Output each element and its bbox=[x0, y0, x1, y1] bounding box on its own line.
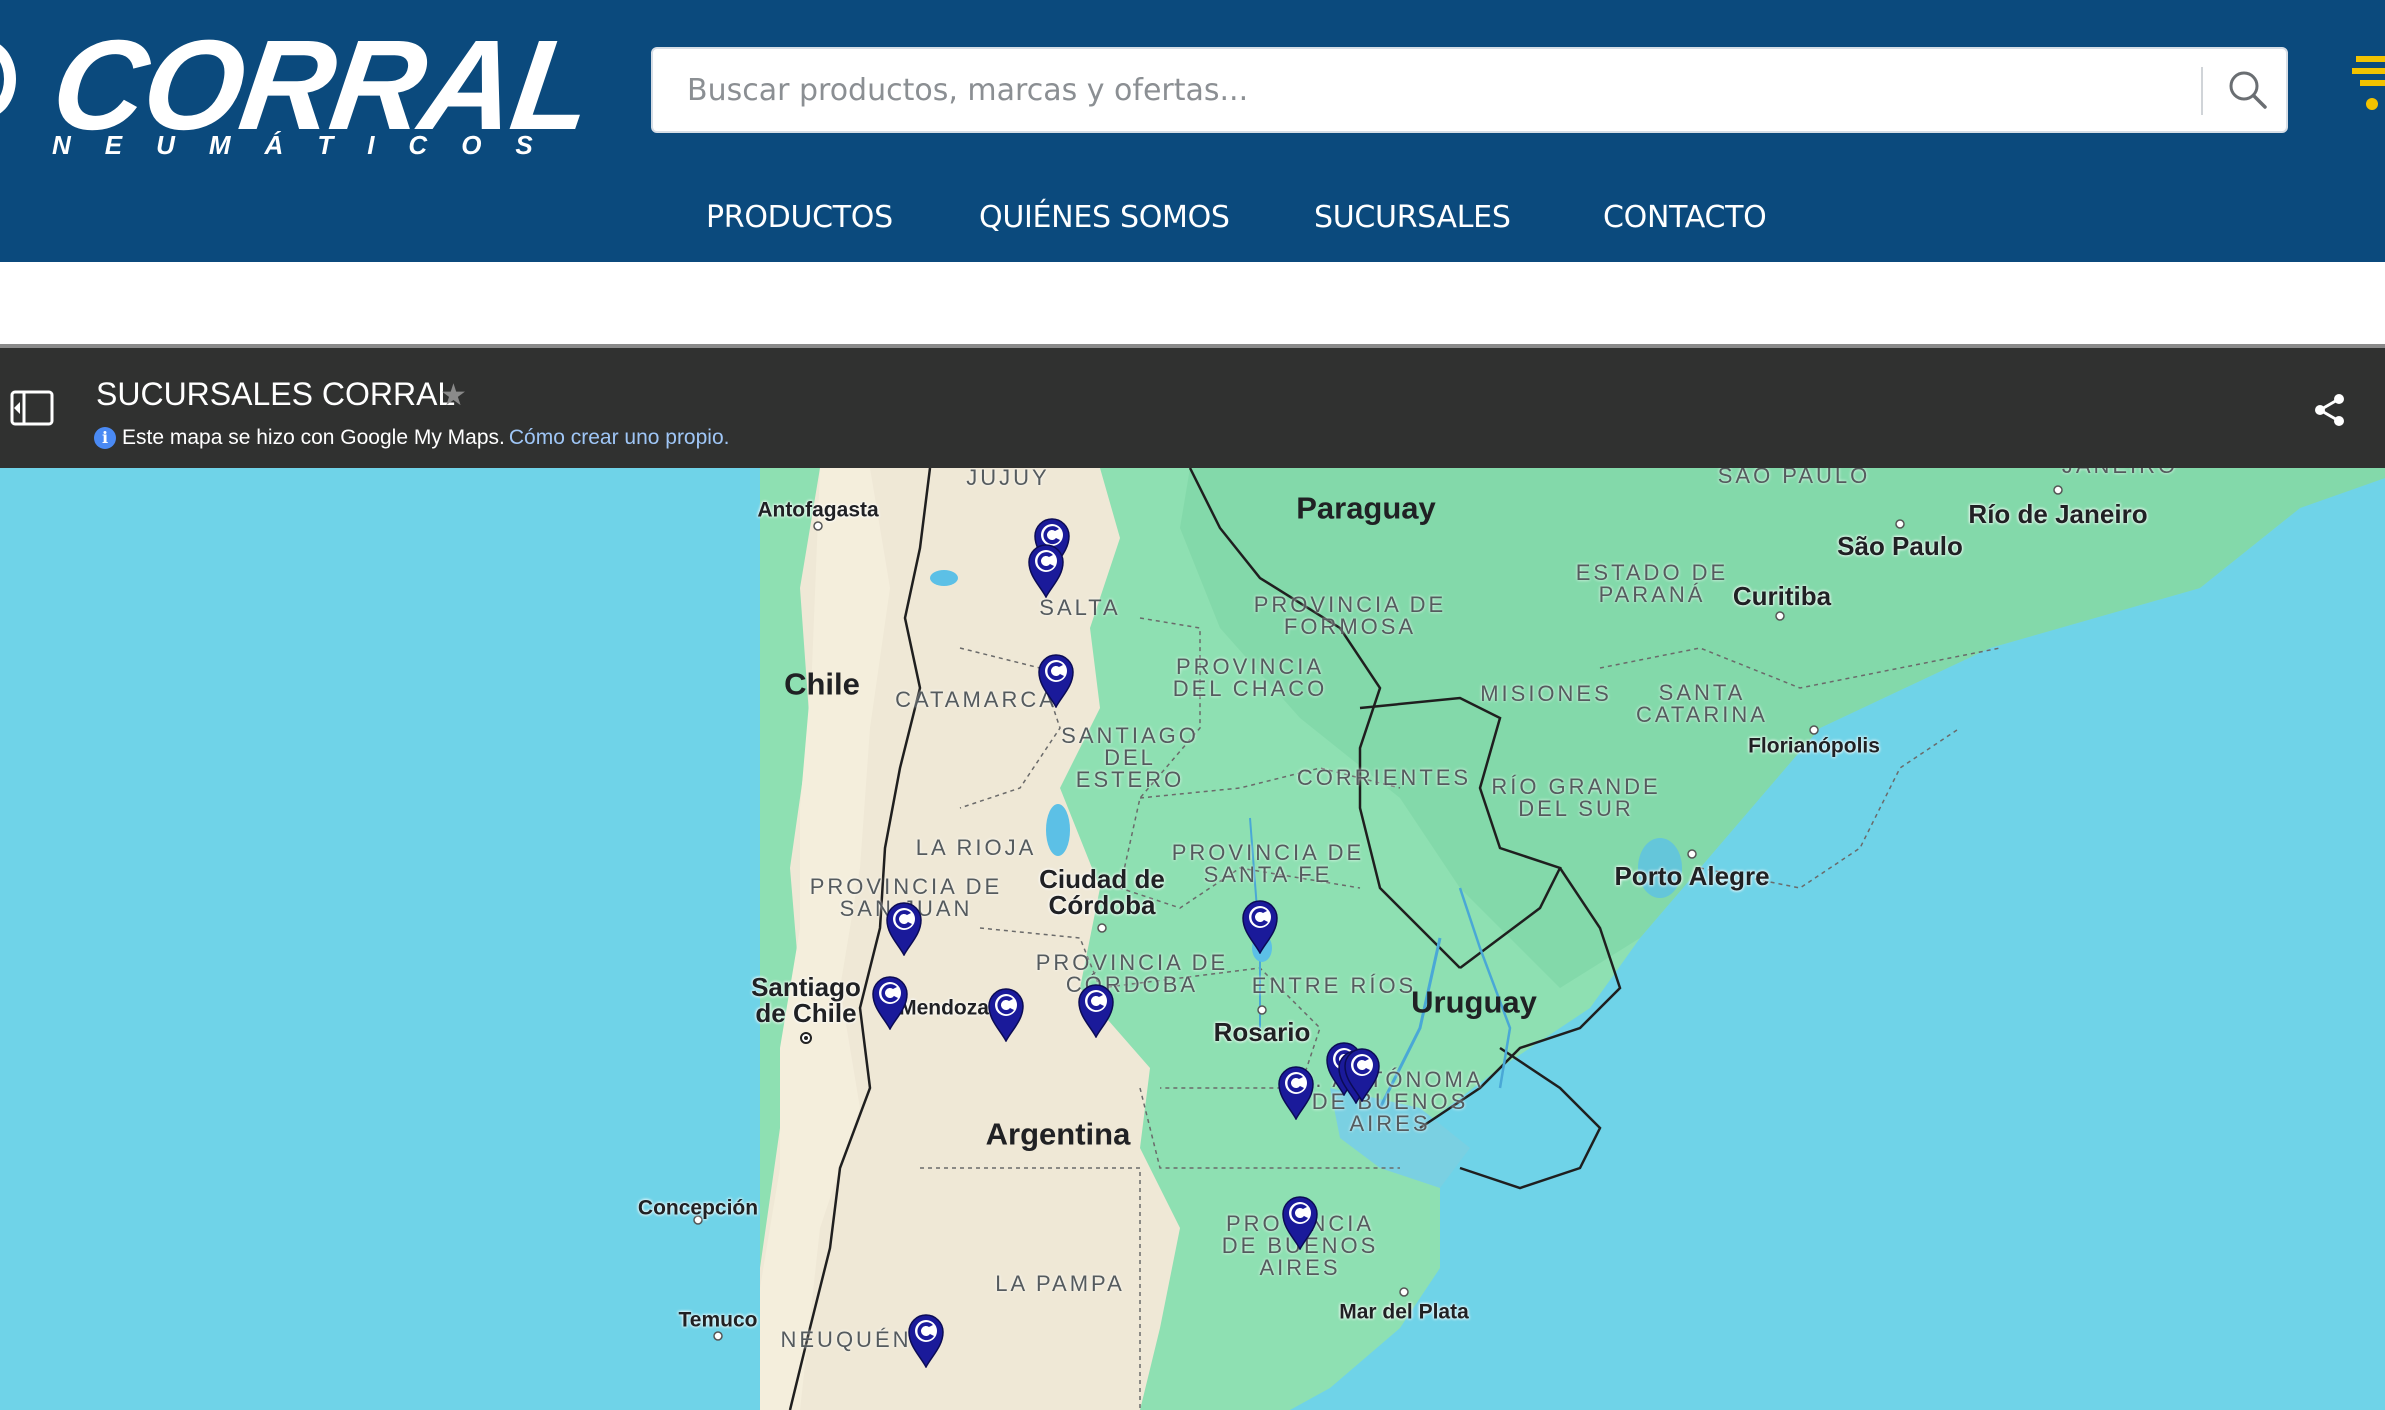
map-label-entre-rios: ENTRE RÍOS bbox=[1251, 973, 1417, 998]
search-input[interactable] bbox=[653, 49, 2193, 131]
map-label-jujuy: JUJUY bbox=[966, 468, 1050, 490]
nav-sucursales[interactable]: SUCURSALES bbox=[1314, 196, 1511, 240]
map-label-antofagasta: Antofagasta bbox=[757, 498, 879, 522]
branch-marker-icon[interactable] bbox=[1240, 898, 1280, 954]
map-basemap bbox=[693, 468, 2385, 1410]
map-title: SUCURSALES CORRAL bbox=[96, 376, 456, 412]
logo-subtext: NEUMÁTICOS bbox=[52, 130, 567, 160]
map-label-santiago: Santiago de Chile bbox=[751, 972, 861, 1028]
nav-quienes-somos[interactable]: QUIÉNES SOMOS bbox=[979, 196, 1230, 240]
branch-marker-icon[interactable] bbox=[1026, 542, 1066, 598]
map-label-formosa: PROVINCIA DE FORMOSA bbox=[1253, 592, 1447, 639]
map-label-argentina: Argentina bbox=[985, 1116, 1131, 1152]
mymaps-create-link[interactable]: Cómo crear uno propio. bbox=[509, 426, 730, 449]
map-label-misiones: MISIONES bbox=[1480, 681, 1612, 706]
map-label-rosario: Rosario bbox=[1213, 1017, 1311, 1047]
branch-marker-icon[interactable] bbox=[884, 900, 924, 956]
map-label-santa-fe: PROVINCIA DE SANTA FE bbox=[1171, 840, 1365, 887]
map-label-cordoba: Ciudad de Córdoba bbox=[1039, 864, 1165, 920]
map-label-paraguay: Paraguay bbox=[1296, 490, 1436, 526]
map-label-mendoza: Mendoza bbox=[899, 996, 989, 1020]
map-label-rio-de-janeiro: Río de Janeiro bbox=[1968, 499, 2148, 529]
nav-contacto[interactable]: CONTACTO bbox=[1603, 196, 1767, 240]
mymaps-info: i Este mapa se hizo con Google My Maps. Có… bbox=[94, 426, 729, 456]
map-label-rio-grande-del-sur: RÍO GRANDE DEL SUR bbox=[1491, 774, 1661, 821]
map-label-catamarca: CATAMARCA bbox=[895, 687, 1057, 712]
map-label-mar-del-plata: Mar del Plata bbox=[1339, 1300, 1469, 1324]
content-spacer bbox=[0, 262, 2385, 346]
branch-marker-icon[interactable] bbox=[986, 986, 1026, 1042]
map-label-la-pampa: LA PAMPA bbox=[995, 1271, 1125, 1296]
map-label-chile: Chile bbox=[784, 666, 860, 702]
map-label-florianopolis: Florianópolis bbox=[1748, 734, 1880, 758]
branch-marker-icon[interactable] bbox=[1036, 652, 1076, 708]
corral-logo[interactable]: CORRAL NEUMÁTICOS bbox=[0, 14, 600, 168]
map-label-parana: ESTADO DE PARANÁ bbox=[1575, 560, 1729, 607]
mymaps-info-text: Este mapa se hizo con Google My Maps. bbox=[122, 426, 505, 449]
map-label-chaco: PROVINCIA DEL CHACO bbox=[1172, 654, 1328, 701]
branch-marker-icon[interactable] bbox=[1342, 1046, 1382, 1102]
map-label-rio-state: JANEIRO bbox=[2062, 468, 2178, 477]
branch-marker-icon[interactable] bbox=[1280, 1194, 1320, 1250]
logo-mark-icon bbox=[0, 40, 16, 118]
map-label-curitiba: Curitiba bbox=[1732, 581, 1832, 611]
map-label-cordoba-prov: PROVINCIA DE CÓRDOBA bbox=[1035, 950, 1229, 997]
map-label-uruguay: Uruguay bbox=[1411, 984, 1537, 1020]
map-canvas[interactable]: Paraguay Chile Argentina Uruguay Antofag… bbox=[0, 468, 2385, 1410]
map-label-corrientes: CORRIENTES bbox=[1296, 765, 1472, 790]
map-label-concepcion: Concepción bbox=[637, 1196, 759, 1220]
mymaps-header: SUCURSALES CORRAL ★ i Este mapa se hizo c… bbox=[0, 348, 2385, 468]
cart-icon[interactable] bbox=[2350, 46, 2385, 116]
map-label-sao-paulo-state: SAO PAULO bbox=[1717, 468, 1871, 488]
map-label-salta: SALTA bbox=[1039, 595, 1121, 620]
nav-productos[interactable]: PRODUCTOS bbox=[706, 196, 893, 240]
map-label-santiago-del-estero: SANTIAGO DEL ESTERO bbox=[1061, 723, 1199, 792]
branch-marker-icon[interactable] bbox=[906, 1312, 946, 1368]
branch-marker-icon[interactable] bbox=[1076, 982, 1116, 1038]
map-label-sao-paulo: São Paulo bbox=[1837, 531, 1963, 561]
star-icon[interactable]: ★ bbox=[440, 378, 467, 413]
map-label-temuco: Temuco bbox=[678, 1308, 758, 1332]
site-header: CORRAL NEUMÁTICOS PRODUCTOS QUIÉNES SOMO… bbox=[0, 0, 2385, 262]
map-label-neuquen: NEUQUÉN bbox=[780, 1327, 912, 1352]
side-panel-icon[interactable] bbox=[10, 388, 54, 428]
share-icon[interactable] bbox=[2310, 390, 2350, 430]
search-divider bbox=[2201, 67, 2203, 115]
map-label-porto-alegre: Porto Alegre bbox=[1614, 861, 1770, 891]
map-label-santa-catarina: SANTA CATARINA bbox=[1636, 680, 1768, 727]
branch-marker-icon[interactable] bbox=[1276, 1064, 1316, 1120]
branch-marker-icon[interactable] bbox=[870, 974, 910, 1030]
info-icon: i bbox=[94, 427, 116, 449]
search-button[interactable] bbox=[2209, 49, 2287, 131]
search-icon bbox=[2229, 71, 2267, 109]
main-nav: PRODUCTOS QUIÉNES SOMOS SUCURSALES CONTA… bbox=[0, 196, 2385, 240]
map-label-la-rioja: LA RIOJA bbox=[915, 835, 1037, 860]
search-bar bbox=[651, 47, 2288, 133]
map-label-caba: D. AUTÓNOMA DE BUENOS AIRES bbox=[1296, 1067, 1484, 1136]
